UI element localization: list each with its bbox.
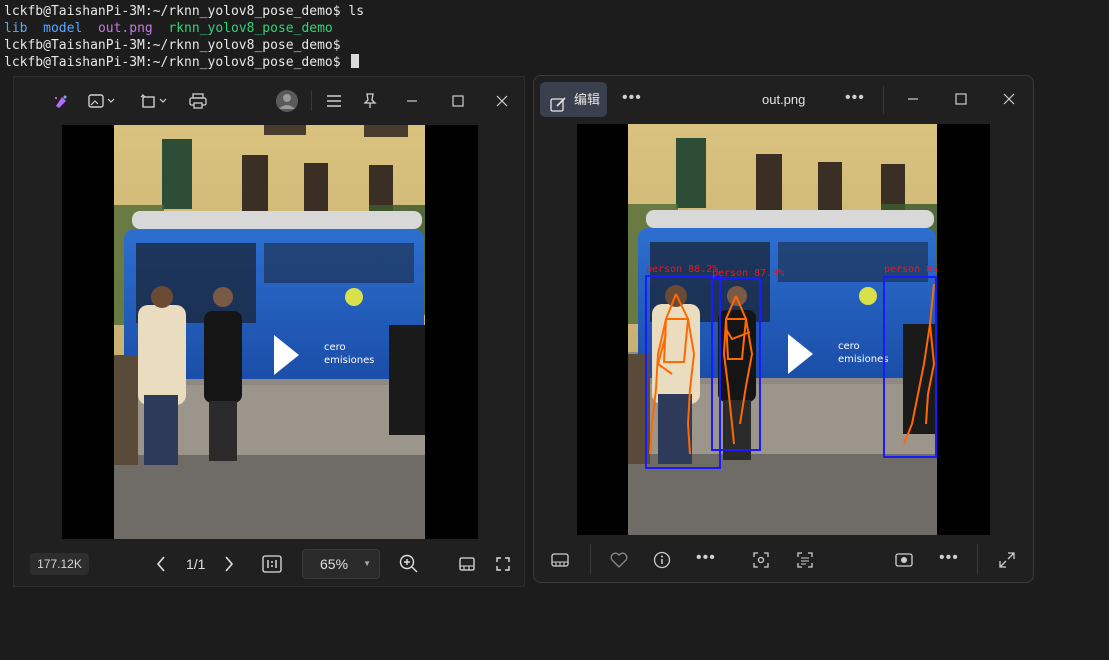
ls-entry-binary: rknn_yolov8_pose_demo bbox=[168, 21, 333, 36]
terminal-cursor bbox=[351, 54, 360, 68]
svg-text:cero: cero bbox=[838, 341, 860, 352]
toolbar-divider bbox=[977, 544, 978, 574]
prev-icon[interactable] bbox=[155, 556, 167, 572]
image-viewer-window: cero emisiones 177.12K 1/1 65% ▼ bbox=[13, 76, 525, 587]
minimize-icon[interactable] bbox=[405, 94, 419, 108]
maximize-icon[interactable] bbox=[451, 94, 465, 108]
terminal-prompt: lckfb@TaishanPi-3M:~/rknn_yolov8_pose_de… bbox=[4, 38, 341, 53]
next-icon[interactable] bbox=[223, 556, 235, 572]
actual-size-icon[interactable] bbox=[262, 555, 282, 573]
thumbnail-icon[interactable] bbox=[459, 557, 475, 571]
detection-label: person 85.2% bbox=[884, 264, 937, 275]
edit-image-icon bbox=[550, 91, 567, 126]
street-photo: cero emisiones bbox=[114, 125, 425, 539]
visual-search-icon[interactable] bbox=[753, 552, 769, 568]
toolbar-divider bbox=[590, 544, 591, 574]
close-icon[interactable] bbox=[495, 94, 509, 108]
maximize-icon[interactable] bbox=[954, 92, 968, 106]
favorite-icon[interactable] bbox=[610, 552, 628, 568]
image-canvas[interactable]: cero emisiones bbox=[62, 125, 478, 539]
edit-label: 编辑 bbox=[574, 92, 601, 107]
pose-result-photo: cero emisiones person 88.2% person 87.3%… bbox=[628, 124, 937, 535]
terminal-command: ls bbox=[348, 4, 365, 19]
svg-text:cero: cero bbox=[324, 342, 346, 353]
file-size-badge: 177.12K bbox=[30, 553, 89, 575]
zoom-value: 65% bbox=[320, 556, 349, 572]
screen-icon[interactable] bbox=[895, 552, 913, 568]
svg-text:emisiones: emisiones bbox=[838, 354, 888, 365]
image-edit-icon[interactable] bbox=[88, 93, 118, 109]
more-icon[interactable]: ••• bbox=[622, 90, 642, 106]
toolbar-divider bbox=[311, 91, 312, 111]
toolbar-divider bbox=[883, 86, 884, 114]
menu-icon[interactable] bbox=[326, 94, 342, 108]
terminal-prompt: lckfb@TaishanPi-3M:~/rknn_yolov8_pose_de… bbox=[4, 4, 349, 19]
zoom-select[interactable]: 65% ▼ bbox=[302, 549, 380, 579]
print-icon[interactable] bbox=[189, 93, 207, 109]
page-indicator: 1/1 bbox=[186, 556, 206, 572]
photos-window: 编辑 ••• out.png ••• cero emisiones person… bbox=[533, 75, 1034, 583]
detection-label: person 88.2% bbox=[646, 264, 718, 275]
more-icon[interactable]: ••• bbox=[696, 550, 716, 566]
ls-entry-lib: lib bbox=[4, 21, 28, 36]
terminal-output: lckfb@TaishanPi-3M:~/rknn_yolov8_pose_de… bbox=[4, 3, 364, 71]
expand-icon[interactable] bbox=[999, 552, 1015, 568]
filmstrip-icon[interactable] bbox=[551, 553, 569, 567]
info-icon[interactable] bbox=[653, 551, 671, 569]
magic-edit-icon[interactable] bbox=[52, 93, 70, 111]
fullscreen-icon[interactable] bbox=[496, 557, 510, 571]
zoom-in-icon[interactable] bbox=[399, 554, 419, 574]
more-icon[interactable]: ••• bbox=[939, 550, 959, 566]
terminal-prompt: lckfb@TaishanPi-3M:~/rknn_yolov8_pose_de… bbox=[4, 55, 349, 70]
more-icon[interactable]: ••• bbox=[845, 90, 865, 106]
text-icon[interactable] bbox=[797, 552, 813, 568]
svg-text:emisiones: emisiones bbox=[324, 355, 374, 366]
avatar[interactable] bbox=[275, 89, 299, 113]
edit-button[interactable]: 编辑 bbox=[540, 82, 607, 117]
pin-icon[interactable] bbox=[362, 93, 378, 109]
ls-entry-out: out.png bbox=[97, 21, 153, 36]
detection-label: person 87.3% bbox=[712, 268, 784, 279]
close-icon[interactable] bbox=[1002, 92, 1016, 106]
ls-entry-model: model bbox=[43, 21, 83, 36]
chevron-down-icon: ▼ bbox=[363, 559, 371, 568]
rotate-icon[interactable] bbox=[140, 93, 170, 109]
window-title: out.png bbox=[762, 92, 806, 107]
minimize-icon[interactable] bbox=[906, 92, 920, 106]
image-canvas[interactable]: cero emisiones bbox=[577, 124, 990, 535]
